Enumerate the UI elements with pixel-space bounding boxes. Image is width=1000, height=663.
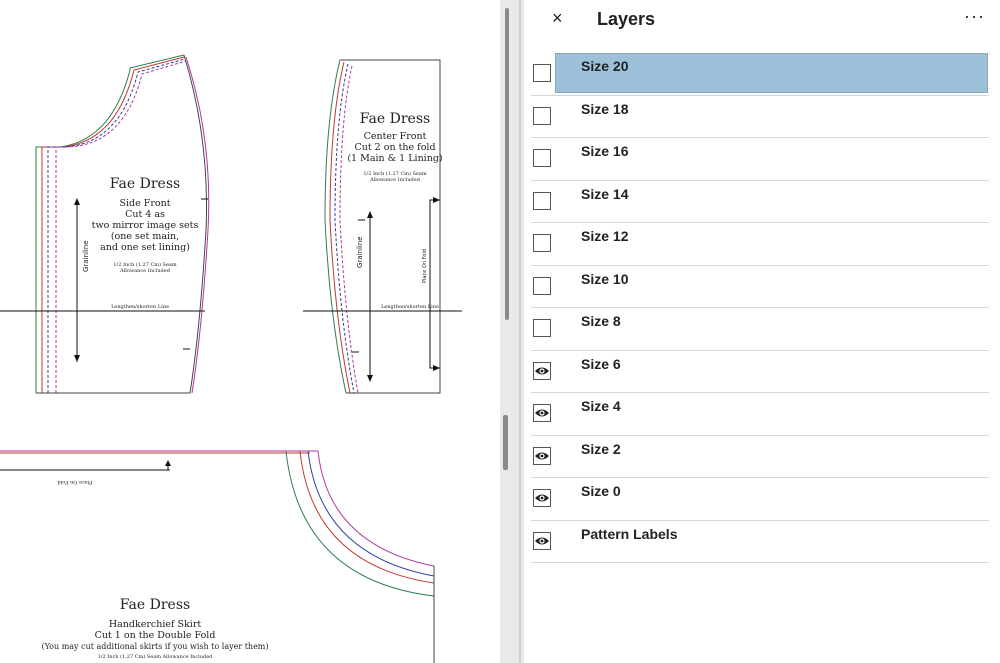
visibility-toggle-checkbox[interactable] xyxy=(533,64,551,82)
layer-row[interactable]: Size 12 xyxy=(531,223,989,266)
center-front-lengthen-label: Lengthen/shorten Line xyxy=(381,304,439,310)
eye-icon[interactable] xyxy=(533,446,551,465)
layers-panel: × Layers ··· Size 20 Size 18 Size 16 Size 1… xyxy=(524,0,1000,663)
center-front-title: Fae Dress xyxy=(359,111,431,127)
visibility-toggle-checkbox[interactable] xyxy=(533,191,551,210)
eye-icon[interactable] xyxy=(533,531,551,550)
eye-icon[interactable] xyxy=(533,404,551,422)
side-front-lengthen-label: Lengthen/shorten Line xyxy=(111,304,169,310)
center-front-fold-label: Place On Fold xyxy=(422,249,428,283)
layer-row[interactable]: Size 16 xyxy=(531,138,989,181)
layer-row[interactable]: Size 18 xyxy=(531,96,989,138)
layer-row[interactable]: Pattern Labels xyxy=(531,521,989,563)
side-front-seam-2: Allowance Included xyxy=(120,268,170,274)
close-icon[interactable]: × xyxy=(552,8,563,29)
skirt-line-2: Cut 1 on the Double Fold xyxy=(94,630,216,641)
layer-name: Size 18 xyxy=(581,100,629,117)
skirt-title: Fae Dress xyxy=(119,597,191,613)
side-front-line-5: and one set lining) xyxy=(100,242,190,253)
center-front-seam-2: Allowance Included xyxy=(370,177,420,183)
layer-name: Size 4 xyxy=(581,398,621,414)
layer-row[interactable]: Size 8 xyxy=(531,308,989,351)
more-options-icon[interactable]: ··· xyxy=(964,6,985,27)
layer-name: Size 2 xyxy=(581,440,621,457)
layer-name: Size 14 xyxy=(581,185,629,202)
layers-panel-header: × Layers ··· xyxy=(524,0,1000,40)
layer-name: Size 12 xyxy=(581,228,629,244)
document-canvas[interactable]: Fae Dress Side Front Cut 4 as two mirror… xyxy=(0,0,500,663)
eye-icon[interactable] xyxy=(533,489,551,507)
layer-name: Size 8 xyxy=(581,313,621,329)
eye-icon[interactable] xyxy=(533,361,551,380)
side-front-title: Fae Dress xyxy=(109,176,181,192)
document-scrollbar[interactable] xyxy=(505,8,509,320)
pattern-drawing xyxy=(0,54,462,663)
layer-row[interactable]: Size 0 xyxy=(531,478,989,521)
panel-divider xyxy=(519,0,521,663)
visibility-toggle-checkbox[interactable] xyxy=(533,149,551,167)
layer-row[interactable]: Size 4 xyxy=(531,393,989,436)
layer-row[interactable]: Size 20 xyxy=(531,53,989,96)
panel-title: Layers xyxy=(597,9,656,29)
layer-list: Size 20 Size 18 Size 16 Size 14 Size 12 Size … xyxy=(531,53,989,563)
skirt-line-3: (You may cut additional skirts if you wi… xyxy=(41,642,269,651)
center-front-grainline-label: Grainline xyxy=(356,236,364,268)
panel-gutter xyxy=(500,0,524,663)
visibility-toggle-checkbox[interactable] xyxy=(533,319,551,337)
panel-resize-handle[interactable] xyxy=(503,415,508,470)
layer-name: Size 10 xyxy=(581,270,629,287)
skirt-fold-label: Place On Fold xyxy=(57,478,93,485)
layer-row[interactable]: Size 14 xyxy=(531,181,989,223)
side-front-grainline-label: Grainline xyxy=(82,240,90,272)
layer-row[interactable]: Size 10 xyxy=(531,266,989,308)
center-front-line-3: (1 Main & 1 Lining) xyxy=(347,153,443,164)
visibility-toggle-checkbox[interactable] xyxy=(533,106,551,125)
layer-name: Size 6 xyxy=(581,355,621,372)
layer-name: Size 16 xyxy=(581,143,629,159)
visibility-toggle-checkbox[interactable] xyxy=(533,234,551,252)
layer-name: Size 20 xyxy=(581,58,629,74)
layer-row[interactable]: Size 6 xyxy=(531,351,989,393)
layer-name: Pattern Labels xyxy=(581,525,678,542)
skirt-seam: 1/2 Inch (1.27 Cm) Seam Allowance Includ… xyxy=(97,654,213,660)
layer-row[interactable]: Size 2 xyxy=(531,436,989,478)
layer-name: Size 0 xyxy=(581,483,621,499)
visibility-toggle-checkbox[interactable] xyxy=(533,276,551,295)
